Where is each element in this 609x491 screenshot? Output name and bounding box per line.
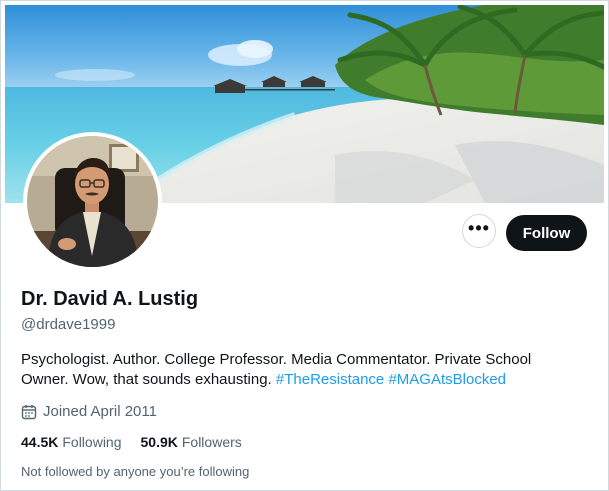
followers-count: 50.9K [140,434,178,450]
following-label: Following [62,434,122,450]
more-options-button[interactable]: ••• [462,214,496,248]
follow-stats: 44.5K Following 50.9K Followers [21,434,261,450]
calendar-icon [21,404,37,420]
user-handle: @drdave1999 [21,316,116,333]
follow-button[interactable]: Follow [506,215,587,251]
profile-bio: Psychologist. Author. College Professor.… [21,350,581,390]
mutual-followers-note: Not followed by anyone you’re following [21,464,250,479]
joined-date: Joined April 2011 [21,403,157,420]
profile-avatar[interactable] [23,132,162,271]
profile-card: ••• Follow Dr. David A. Lustig @drdave19… [0,0,609,491]
more-options-icon: ••• [468,218,490,238]
followers-label: Followers [181,434,242,450]
hashtag-link-theresistance[interactable]: #TheResistance [276,371,384,388]
hashtag-link-magatsblocked[interactable]: #MAGAtsBlocked [388,371,506,388]
following-count: 44.5K [21,434,59,450]
display-name: Dr. David A. Lustig [21,288,199,310]
follow-button-label: Follow [522,224,571,242]
following-link[interactable]: 44.5K Following [21,434,122,450]
joined-text: Joined April 2011 [43,403,157,420]
followers-link[interactable]: 50.9K Followers [141,434,242,450]
avatar-photo [27,136,158,267]
